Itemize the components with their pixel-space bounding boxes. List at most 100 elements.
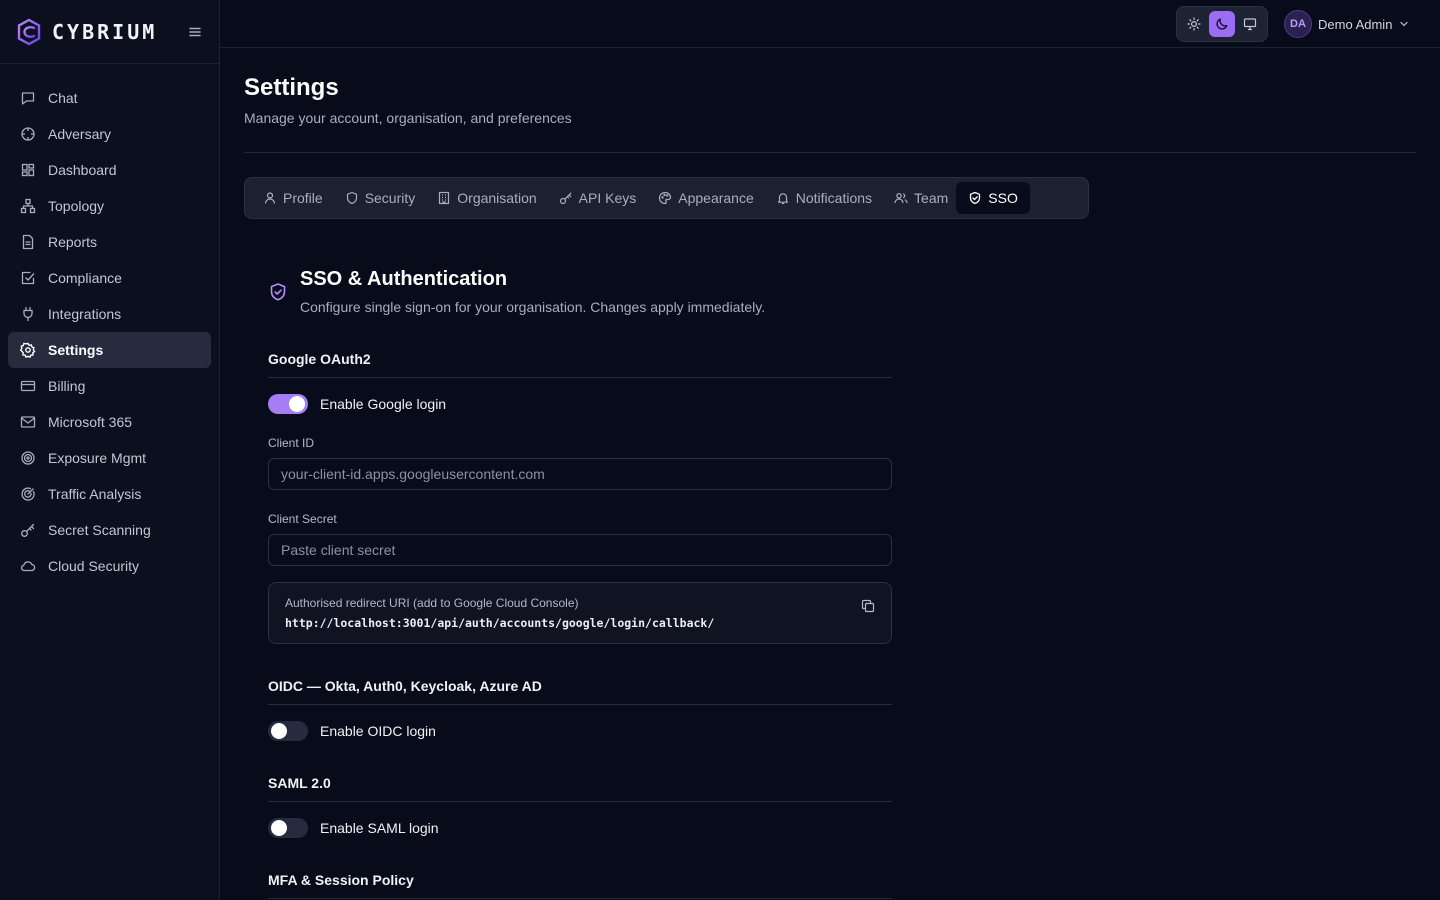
user-name: Demo Admin [1318, 16, 1393, 32]
radar-icon [20, 486, 36, 502]
tab-organisation[interactable]: Organisation [423, 182, 544, 214]
sidebar-item-compliance[interactable]: Compliance [8, 260, 211, 296]
sidebar-item-label: Exposure Mgmt [48, 450, 147, 466]
sidebar-item-billing[interactable]: Billing [8, 368, 211, 404]
settings-icon [20, 342, 36, 358]
mail-icon [20, 414, 36, 430]
users-icon [894, 191, 908, 205]
oidc-heading: OIDC — Okta, Auth0, Keycloak, Azure AD [268, 678, 542, 694]
settings-tabs: Profile Security Organisation API Keys A… [244, 177, 1089, 219]
tab-team[interactable]: Team [880, 182, 956, 214]
avatar: DA [1284, 10, 1312, 38]
tab-label: SSO [988, 190, 1018, 206]
sidebar-item-cloud-security[interactable]: Cloud Security [8, 548, 211, 584]
section-title: SSO & Authentication [300, 268, 508, 290]
page-title: Settings [244, 74, 339, 101]
sidebar-item-label: Integrations [48, 306, 122, 322]
shield-check-icon [268, 282, 288, 302]
plug-icon [20, 306, 36, 322]
saml-heading: SAML 2.0 [268, 775, 331, 791]
sidebar-item-chat[interactable]: Chat [8, 80, 211, 116]
shield-check-icon [968, 191, 982, 205]
sidebar-item-label: Dashboard [48, 162, 117, 178]
copy-icon[interactable] [861, 599, 875, 613]
user-menu[interactable]: DA Demo Admin [1284, 10, 1410, 38]
message-square-icon [20, 90, 36, 106]
tab-sso[interactable]: SSO [956, 182, 1030, 214]
user-icon [263, 191, 277, 205]
theme-dark-button[interactable] [1209, 11, 1235, 37]
client-secret-label: Client Secret [268, 512, 337, 526]
sidebar-item-label: Chat [48, 90, 78, 106]
network-icon [20, 198, 36, 214]
tab-notifications[interactable]: Notifications [762, 182, 880, 214]
cybrium-logo-icon [16, 18, 42, 46]
top-bar: DA Demo Admin [220, 0, 1440, 48]
sidebar-item-label: Settings [48, 342, 104, 358]
sidebar-item-settings[interactable]: Settings [8, 332, 211, 368]
building-icon [437, 191, 451, 205]
sidebar-item-microsoft-365[interactable]: Microsoft 365 [8, 404, 211, 440]
divider [268, 801, 892, 802]
key-icon [559, 191, 573, 205]
sidebar-nav: Chat Adversary Dashboard Topology Report… [0, 64, 219, 584]
sidebar-item-secret-scanning[interactable]: Secret Scanning [8, 512, 211, 548]
sso-section-header: SSO & Authentication Configure single si… [268, 268, 765, 315]
sidebar-header: CYBRIUM [0, 0, 219, 64]
tab-label: Team [914, 190, 949, 206]
sidebar-item-reports[interactable]: Reports [8, 224, 211, 260]
divider [268, 377, 892, 378]
sidebar-item-topology[interactable]: Topology [8, 188, 211, 224]
sidebar-item-exposure-mgmt[interactable]: Exposure Mgmt [8, 440, 211, 476]
client-id-input[interactable] [268, 458, 892, 490]
sidebar-item-label: Adversary [48, 126, 112, 142]
toggle-label: Enable Google login [320, 396, 447, 412]
menu-toggle-icon[interactable] [187, 24, 203, 40]
cloud-icon [20, 558, 36, 574]
crosshair-icon [20, 126, 36, 142]
tab-label: Security [364, 190, 416, 206]
tab-api-keys[interactable]: API Keys [545, 182, 645, 214]
tab-profile[interactable]: Profile [249, 182, 331, 214]
oidc-login-toggle[interactable] [268, 721, 308, 741]
sidebar: CYBRIUM Chat Adversary Dashboard Topolog… [0, 0, 220, 900]
tab-security[interactable]: Security [331, 182, 424, 214]
toggle-label: Enable SAML login [320, 820, 439, 836]
theme-system-button[interactable] [1237, 11, 1263, 37]
moon-icon [1215, 17, 1229, 31]
divider [268, 898, 892, 899]
tab-label: Organisation [457, 190, 537, 206]
palette-icon [658, 191, 672, 205]
redirect-uri-label: Authorised redirect URI (add to Google C… [285, 596, 579, 610]
tab-label: Notifications [795, 190, 873, 206]
oidc-login-toggle-row: Enable OIDC login [268, 721, 436, 741]
sidebar-item-dashboard[interactable]: Dashboard [8, 152, 211, 188]
toggle-label: Enable OIDC login [320, 723, 436, 739]
layout-dashboard-icon [20, 162, 36, 178]
theme-switcher [1176, 6, 1268, 42]
sidebar-item-label: Compliance [48, 270, 122, 286]
tab-appearance[interactable]: Appearance [644, 182, 762, 214]
divider [268, 704, 892, 705]
google-login-toggle[interactable] [268, 394, 308, 414]
sidebar-item-traffic-analysis[interactable]: Traffic Analysis [8, 476, 211, 512]
bell-icon [776, 191, 790, 205]
sidebar-item-integrations[interactable]: Integrations [8, 296, 211, 332]
sidebar-item-label: Reports [48, 234, 98, 250]
page-subtitle: Manage your account, organisation, and p… [244, 110, 572, 126]
sidebar-item-adversary[interactable]: Adversary [8, 116, 211, 152]
check-square-icon [20, 270, 36, 286]
client-id-label: Client ID [268, 436, 315, 450]
theme-light-button[interactable] [1181, 11, 1207, 37]
target-icon [20, 450, 36, 466]
client-secret-input[interactable] [268, 534, 892, 566]
chevron-down-icon [1398, 18, 1410, 30]
divider [244, 152, 1416, 153]
saml-login-toggle[interactable] [268, 818, 308, 838]
google-login-toggle-row: Enable Google login [268, 394, 446, 414]
google-oauth-heading: Google OAuth2 [268, 351, 371, 367]
credit-card-icon [20, 378, 36, 394]
saml-login-toggle-row: Enable SAML login [268, 818, 439, 838]
sidebar-item-label: Billing [48, 378, 86, 394]
sidebar-item-label: Topology [48, 198, 105, 214]
